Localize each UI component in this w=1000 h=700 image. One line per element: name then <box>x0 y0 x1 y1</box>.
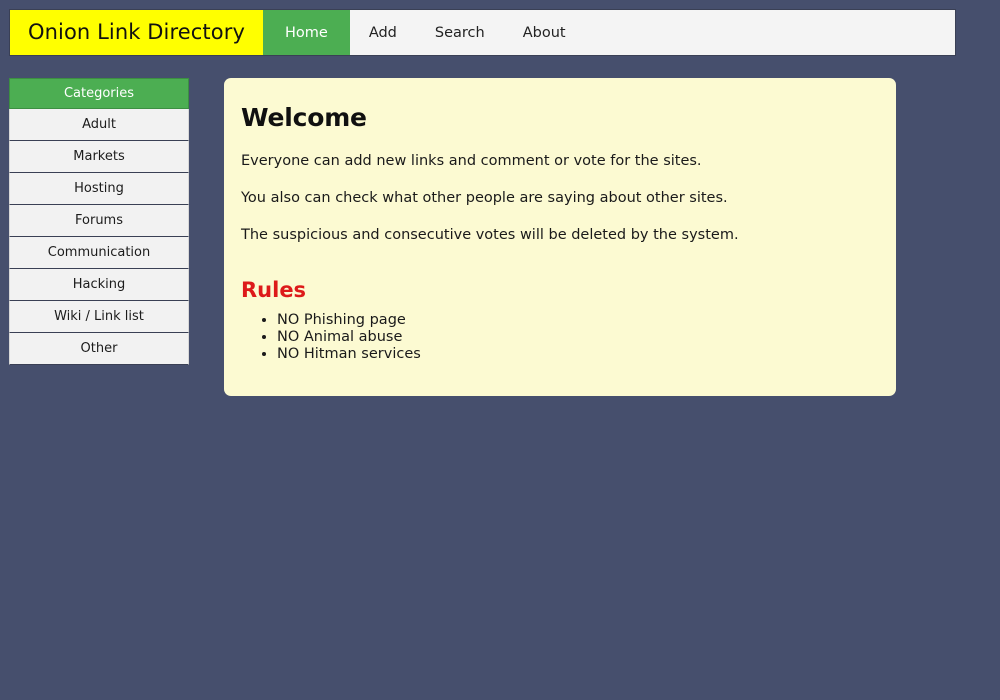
sidebar-item-hacking[interactable]: Hacking <box>9 269 189 301</box>
sidebar-header-categories: Categories <box>9 78 189 109</box>
top-navbar: Onion Link Directory Home Add Search Abo… <box>9 9 956 56</box>
sidebar-item-forums[interactable]: Forums <box>9 205 189 237</box>
nav-item-about[interactable]: About <box>504 10 585 55</box>
site-brand[interactable]: Onion Link Directory <box>10 10 263 55</box>
page-title: Welcome <box>241 103 367 132</box>
nav-item-add[interactable]: Add <box>350 10 416 55</box>
categories-sidebar: Categories Adult Markets Hosting Forums … <box>9 78 189 365</box>
rules-list: NO Phishing page NO Animal abuse NO Hitm… <box>241 312 872 363</box>
sidebar-item-markets[interactable]: Markets <box>9 141 189 173</box>
welcome-paragraph-1: Everyone can add new links and comment o… <box>241 152 702 169</box>
sidebar-item-communication[interactable]: Communication <box>9 237 189 269</box>
welcome-card: Welcome Everyone can add new links and c… <box>224 78 896 396</box>
rules-list-item: NO Hitman services <box>277 346 872 363</box>
sidebar-item-wiki-link-list[interactable]: Wiki / Link list <box>9 301 189 333</box>
nav-item-home[interactable]: Home <box>262 10 350 55</box>
primary-nav: Home Add Search About <box>262 10 585 55</box>
welcome-paragraph-2: You also can check what other people are… <box>241 189 728 206</box>
rules-list-item: NO Animal abuse <box>277 329 872 346</box>
nav-item-search[interactable]: Search <box>416 10 504 55</box>
sidebar-item-hosting[interactable]: Hosting <box>9 173 189 205</box>
welcome-paragraph-3: The suspicious and consecutive votes wil… <box>241 226 739 243</box>
sidebar-item-adult[interactable]: Adult <box>9 109 189 141</box>
rules-list-item: NO Phishing page <box>277 312 872 329</box>
sidebar-item-other[interactable]: Other <box>9 333 189 365</box>
rules-heading: Rules <box>241 277 307 302</box>
